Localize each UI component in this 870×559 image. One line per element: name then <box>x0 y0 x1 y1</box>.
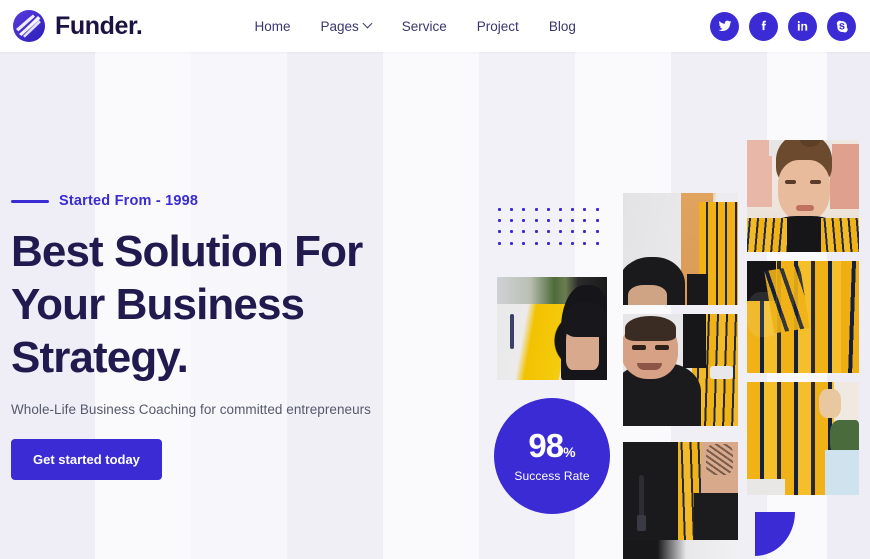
nav-label: Project <box>476 18 519 34</box>
nav-item-home[interactable]: Home <box>254 19 290 34</box>
linkedin-icon[interactable] <box>788 11 817 41</box>
gallery-image-man-tattoo <box>623 442 738 559</box>
brand-name: Funder. <box>55 11 143 40</box>
site-header: Funder. Home Pages Service Project Blog <box>0 0 870 52</box>
funder-circle-logo-icon <box>12 9 46 43</box>
dot <box>583 241 587 245</box>
success-rate-label: Success Rate <box>514 469 590 483</box>
dot <box>559 241 562 245</box>
brand-logo[interactable]: Funder. <box>12 9 143 43</box>
chevron-down-icon <box>364 20 372 28</box>
dot <box>571 219 575 223</box>
dot <box>522 241 526 245</box>
twitter-icon[interactable] <box>710 11 739 41</box>
facebook-icon[interactable] <box>749 11 778 41</box>
dot <box>595 208 599 211</box>
dot <box>595 241 599 245</box>
nav-item-project[interactable]: Project <box>477 19 519 34</box>
dot <box>571 208 575 211</box>
dot <box>546 241 550 245</box>
gallery-image-man-beanie <box>623 193 738 305</box>
dot <box>498 208 501 211</box>
gallery-image-man-hat-yellow <box>497 277 607 380</box>
nav-item-service[interactable]: Service <box>402 19 447 34</box>
skype-icon[interactable] <box>827 11 856 41</box>
nav-label: Service <box>401 18 447 34</box>
dot <box>595 219 599 223</box>
nav-item-pages[interactable]: Pages <box>321 19 372 34</box>
success-rate-unit: % <box>563 444 576 460</box>
dot <box>546 219 550 223</box>
dot <box>534 208 538 211</box>
nav-item-blog[interactable]: Blog <box>549 19 576 34</box>
nav-label: Pages <box>320 18 359 34</box>
nav-label: Blog <box>548 18 576 34</box>
dot <box>510 230 514 234</box>
nav-label: Home <box>254 18 291 34</box>
gallery-image-plaid-jacket <box>747 261 859 373</box>
dot <box>559 219 562 223</box>
dot <box>583 208 587 211</box>
hero-image-collage: 98 % Success Rate <box>0 0 870 559</box>
dot <box>583 230 587 234</box>
dot <box>546 230 550 234</box>
dot <box>534 241 538 245</box>
dot <box>534 219 538 223</box>
dot <box>522 208 526 211</box>
dot-grid-decoration <box>498 208 599 245</box>
dot <box>559 230 562 234</box>
gallery-image-plaid-detail <box>747 382 859 495</box>
dot <box>595 230 599 234</box>
gallery-image-man-smiling <box>623 314 738 426</box>
gallery-image-woman-portrait <box>747 140 859 252</box>
success-rate-value: 98 <box>528 427 564 464</box>
dot <box>498 241 501 245</box>
dot <box>571 241 575 245</box>
dot <box>534 230 538 234</box>
main-navigation: Home Pages Service Project Blog <box>254 19 575 34</box>
success-rate-badge: 98 % Success Rate <box>494 398 610 514</box>
social-links <box>710 11 856 41</box>
dot <box>498 219 501 223</box>
dot <box>546 208 550 211</box>
leaf-decoration <box>755 512 795 556</box>
dot <box>498 230 501 234</box>
dot <box>522 230 526 234</box>
dot <box>522 219 526 223</box>
dot <box>571 230 575 234</box>
dot <box>583 219 587 223</box>
dot <box>559 208 562 211</box>
dot <box>510 219 514 223</box>
dot <box>510 208 514 211</box>
dot <box>510 241 514 245</box>
